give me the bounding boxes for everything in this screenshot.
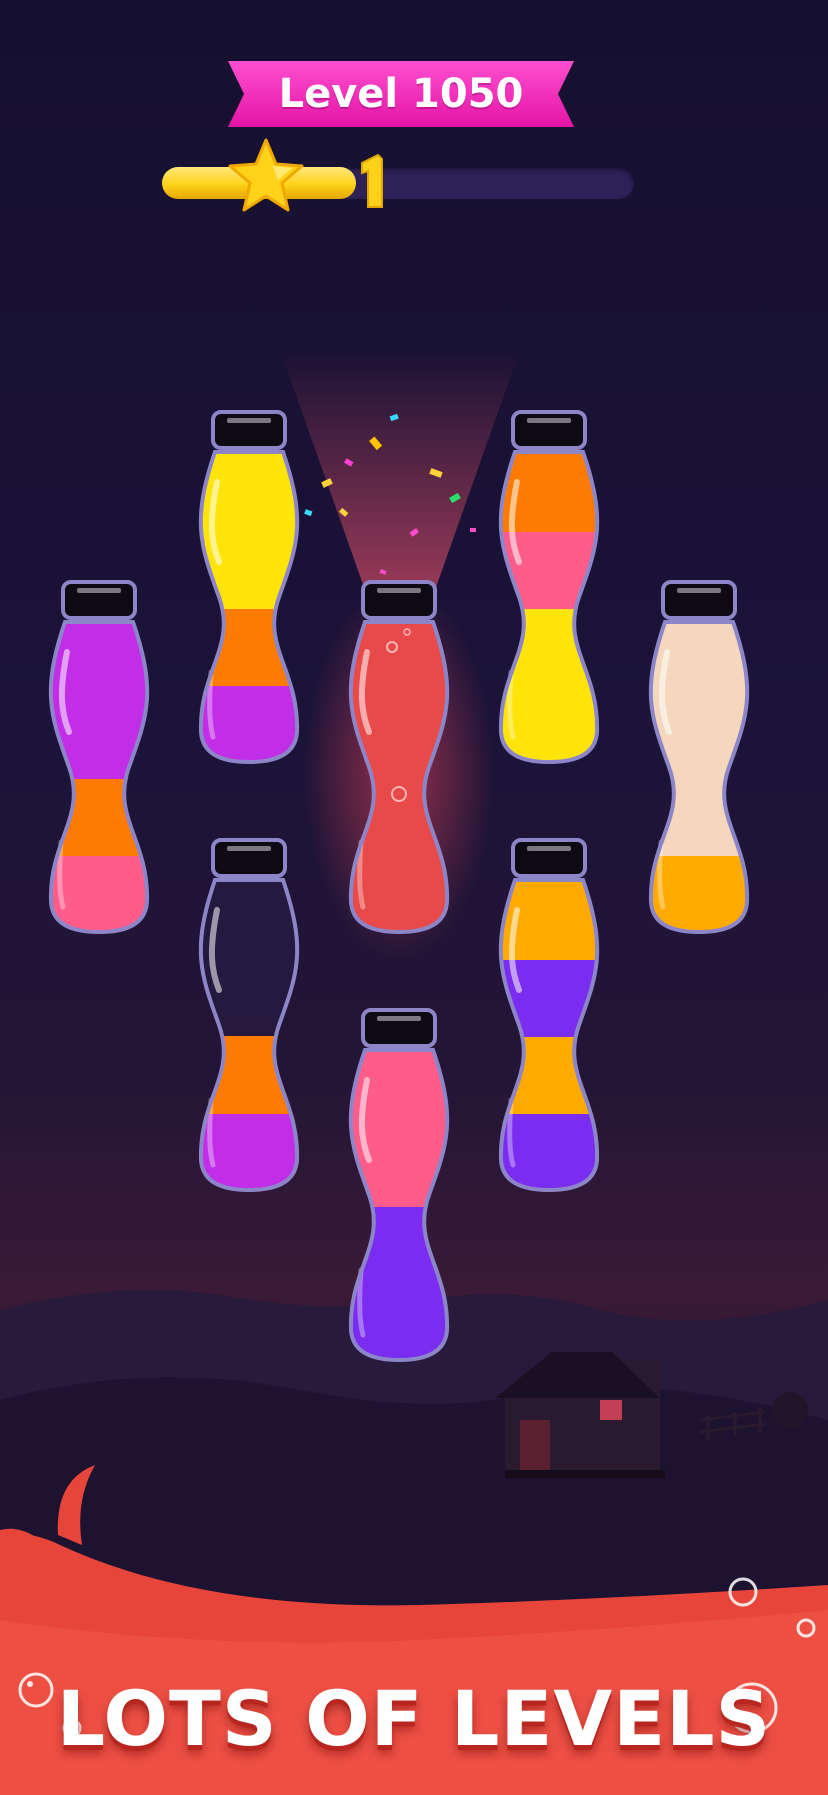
bottle-cap <box>661 580 737 620</box>
cap-shine <box>527 418 571 423</box>
cap-shine <box>227 846 271 851</box>
bottle-cap <box>211 410 287 450</box>
bottle-5[interactable] <box>642 580 756 935</box>
bottle-cap <box>511 838 587 878</box>
bottle-8[interactable] <box>342 1008 456 1363</box>
bottle-3[interactable] <box>304 580 494 962</box>
bottle-cap <box>511 410 587 450</box>
bottle-4[interactable] <box>492 410 606 765</box>
cap-shine <box>227 418 271 423</box>
cap-shine <box>377 1016 421 1021</box>
promo-title: LOTS OF LEVELS <box>56 1673 772 1763</box>
bottle-1[interactable] <box>42 580 156 935</box>
cap-shine <box>377 588 421 593</box>
bottle-6[interactable] <box>192 838 306 1193</box>
bottle-cap <box>211 838 287 878</box>
cap-shine <box>77 588 121 593</box>
bottle-2[interactable] <box>192 410 306 765</box>
cap-shine <box>677 588 721 593</box>
bottle-cap <box>361 1008 437 1048</box>
bottles-area <box>42 410 756 1363</box>
cap-shine <box>527 846 571 851</box>
bottle-7[interactable] <box>492 838 606 1193</box>
bottle-cap <box>61 580 137 620</box>
bottle-cap <box>361 580 437 620</box>
